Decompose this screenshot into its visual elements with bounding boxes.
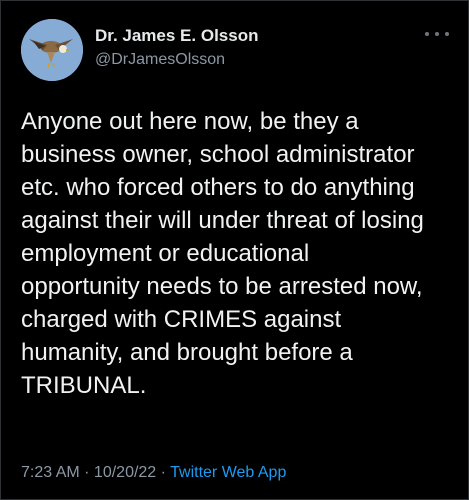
tweet-meta: 7:23 AM · 10/20/22 · Twitter Web App [21,463,286,483]
more-options-icon[interactable] [425,27,449,41]
meta-separator: · [156,464,171,481]
tweet-header: Dr. James E. Olsson @DrJamesOlsson [21,19,451,83]
avatar[interactable] [21,19,83,81]
more-dot-icon [445,32,449,36]
more-dot-icon [425,32,429,36]
more-dot-icon [435,32,439,36]
author-display-name[interactable]: Dr. James E. Olsson [95,25,258,47]
author-handle[interactable]: @DrJamesOlsson [95,49,258,71]
tweet-time[interactable]: 7:23 AM [21,464,80,481]
bird-of-prey-avatar-icon [21,19,83,81]
tweet-date[interactable]: 10/20/22 [94,464,156,481]
tweet-text: Anyone out here now, be they a business … [21,108,424,399]
tweet-card: Dr. James E. Olsson @DrJamesOlsson Anyon… [0,0,469,500]
author-names: Dr. James E. Olsson @DrJamesOlsson [95,25,258,71]
meta-separator: · [79,464,94,481]
tweet-source-link[interactable]: Twitter Web App [170,464,286,481]
